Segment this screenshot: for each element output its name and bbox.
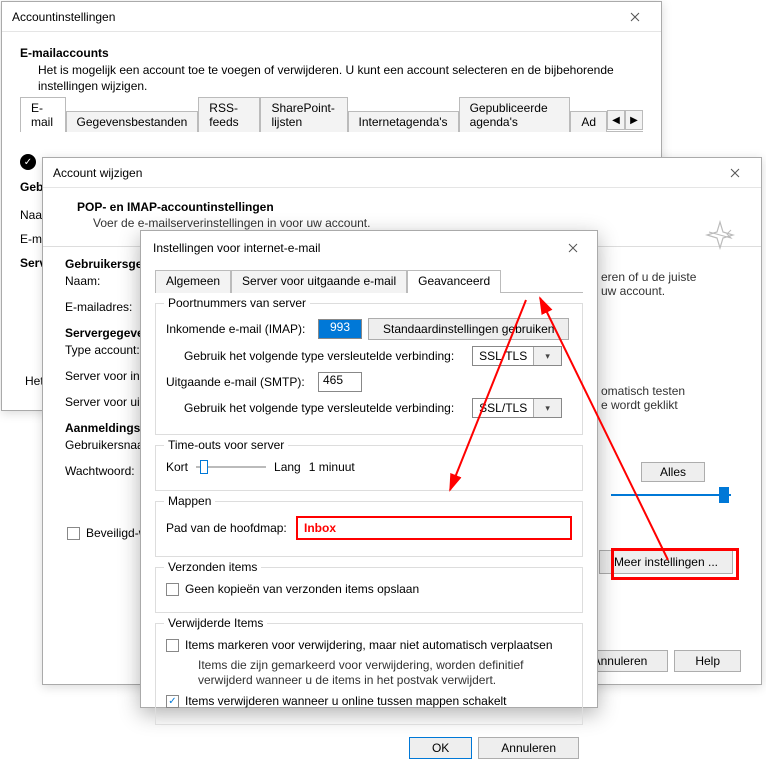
titlebar: Accountinstellingen	[2, 2, 661, 32]
sent-items-fieldset: Verzonden items Geen kopieën van verzond…	[155, 567, 583, 613]
deletion-note: Items die zijn gemarkeerd voor verwijder…	[198, 658, 572, 688]
short-label: Kort	[166, 460, 188, 474]
no-sent-copy-label: Geen kopieën van verzonden items opslaan	[185, 582, 419, 596]
server-ports-fieldset: Poortnummers van server Inkomende e-mail…	[155, 303, 583, 435]
all-button[interactable]: Alles	[641, 462, 705, 482]
header-title: POP- en IMAP-accountinstellingen	[77, 200, 741, 214]
dialog-footer: OK Annuleren	[155, 737, 583, 759]
chevron-down-icon: ▾	[533, 399, 561, 417]
tab-sharepoint[interactable]: SharePoint-lijsten	[260, 97, 347, 132]
tab-datafiles[interactable]: Gegevensbestanden	[66, 111, 199, 132]
fieldset-legend: Mappen	[164, 494, 215, 508]
incoming-port-input[interactable]: 993	[318, 319, 362, 339]
timeout-value: 1 minuut	[309, 460, 355, 474]
secure-password-label: Beveiligd-w	[86, 526, 147, 540]
tab-outgoing-server[interactable]: Server voor uitgaande e-mail	[231, 270, 407, 293]
folders-fieldset: Mappen Pad van de hoofdmap: Inbox	[155, 501, 583, 557]
fieldset-legend: Time-outs voor server	[164, 438, 288, 452]
mark-for-deletion-label: Items markeren voor verwijdering, maar n…	[185, 638, 553, 652]
incoming-encryption-label: Gebruik het volgende type versleutelde v…	[184, 349, 454, 363]
mark-for-deletion-checkbox[interactable]	[166, 639, 179, 652]
close-icon[interactable]	[557, 236, 589, 260]
window-title: Instellingen voor internet-e-mail	[153, 241, 320, 255]
use-defaults-button[interactable]: Standaardinstellingen gebruiken	[368, 318, 569, 340]
dialog-tabs: Algemeen Server voor uitgaande e-mail Ge…	[155, 269, 583, 293]
mail-offline-slider-thumb[interactable]	[719, 487, 729, 503]
outgoing-encryption-label: Gebruik het volgende type versleutelde v…	[184, 401, 454, 415]
scroll-left-icon[interactable]: ◀	[607, 110, 625, 130]
header-subtitle: Voer de e-mailserverinstellingen in voor…	[93, 216, 741, 230]
chevron-down-icon: ▾	[533, 347, 561, 365]
tab-advanced[interactable]: Geavanceerd	[407, 270, 501, 293]
cursor-icon	[705, 220, 735, 253]
fieldset-legend: Verzonden items	[164, 560, 261, 574]
no-sent-copy-checkbox[interactable]	[166, 583, 179, 596]
purge-on-switch-checkbox[interactable]: ✓	[166, 695, 179, 708]
fieldset-legend: Poortnummers van server	[164, 296, 310, 310]
outgoing-port-label: Uitgaande e-mail (SMTP):	[166, 375, 312, 389]
tab-published[interactable]: Gepubliceerde agenda's	[459, 97, 571, 132]
titlebar: Account wijzigen	[43, 158, 761, 188]
test-note: eren of u de juiste uw account. omatisch…	[601, 270, 739, 412]
incoming-port-label: Inkomende e-mail (IMAP):	[166, 322, 312, 336]
outgoing-encryption-select[interactable]: SSL/TLS ▾	[472, 398, 562, 418]
help-text: Het	[25, 374, 44, 388]
scroll-right-icon[interactable]: ▶	[625, 110, 643, 130]
ok-button[interactable]: OK	[409, 737, 472, 759]
mail-offline-slider-track	[611, 494, 731, 496]
window-title: Accountinstellingen	[12, 10, 115, 24]
body: Algemeen Server voor uitgaande e-mail Ge…	[141, 265, 597, 769]
purge-on-switch-label: Items verwijderen wanneer u online tusse…	[185, 694, 507, 708]
help-button[interactable]: Help	[674, 650, 741, 672]
tab-email[interactable]: E-mail	[20, 97, 66, 132]
outgoing-port-input[interactable]: 465	[318, 372, 362, 392]
section-title: E-mailaccounts	[20, 46, 643, 60]
close-icon[interactable]	[719, 161, 751, 185]
secure-password-checkbox[interactable]	[67, 527, 80, 540]
window-title: Account wijzigen	[53, 166, 142, 180]
secure-password-checkbox-row: Beveiligd-w	[67, 526, 147, 540]
check-icon: ✓	[20, 154, 36, 170]
timeout-slider-thumb[interactable]	[200, 460, 208, 474]
internet-email-settings-dialog: Instellingen voor internet-e-mail Algeme…	[140, 230, 598, 708]
server-timeouts-fieldset: Time-outs voor server Kort Lang 1 minuut	[155, 445, 583, 491]
root-folder-label: Pad van de hoofdmap:	[166, 521, 290, 535]
cancel-button[interactable]: Annuleren	[478, 737, 579, 759]
tab-internet-calendars[interactable]: Internetagenda's	[348, 111, 459, 132]
fieldset-legend: Verwijderde Items	[164, 616, 267, 630]
long-label: Lang	[274, 460, 301, 474]
section-body: Het is mogelijk een account toe te voege…	[38, 62, 643, 94]
incoming-encryption-select[interactable]: SSL/TLS ▾	[472, 346, 562, 366]
root-folder-input[interactable]: Inbox	[296, 516, 572, 540]
tab-general[interactable]: Algemeen	[155, 270, 231, 293]
timeout-slider-track	[196, 466, 266, 468]
more-settings-button[interactable]: Meer instellingen ...	[599, 550, 733, 574]
tab-addressbooks[interactable]: Ad	[570, 111, 607, 132]
close-icon[interactable]	[619, 5, 651, 29]
tabs: E-mail Gegevensbestanden RSS-feeds Share…	[20, 108, 643, 132]
tab-rss[interactable]: RSS-feeds	[198, 97, 260, 132]
titlebar: Instellingen voor internet-e-mail	[141, 231, 597, 265]
tab-scroll: ◀ ▶	[607, 109, 643, 131]
